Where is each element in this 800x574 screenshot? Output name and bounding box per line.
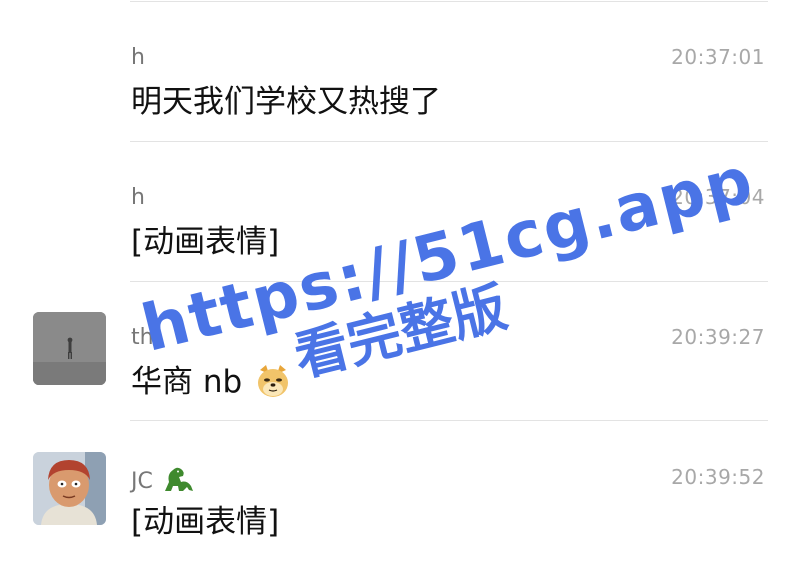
divider bbox=[130, 420, 768, 421]
message-text: [动画表情] bbox=[131, 504, 280, 540]
dinosaur-emoji bbox=[164, 467, 193, 491]
message-text: 明天我们学校又热搜了 bbox=[131, 84, 441, 120]
message-text-content: 华商 nb bbox=[131, 364, 243, 400]
message-text: [动画表情] bbox=[131, 224, 280, 260]
message-item[interactable]: JC 20:39:52 [动画表情] bbox=[0, 434, 800, 574]
sender-name: th bbox=[131, 325, 154, 350]
sender-name-text: JC bbox=[131, 469, 153, 494]
message-time: 20:39:52 bbox=[671, 465, 765, 489]
message-item[interactable]: h 20:37:04 [动画表情] bbox=[0, 154, 800, 294]
cartoon-character-avatar bbox=[33, 452, 106, 525]
avatar[interactable] bbox=[33, 452, 106, 525]
sender-name: JC bbox=[131, 464, 195, 496]
sender-name: h bbox=[131, 45, 145, 70]
gray-figure-avatar bbox=[33, 312, 106, 385]
divider bbox=[130, 281, 768, 282]
message-item[interactable]: h 20:37:01 明天我们学校又热搜了 bbox=[0, 14, 800, 154]
message-item[interactable]: th 20:39:27 华商 nb bbox=[0, 294, 800, 434]
divider bbox=[130, 141, 768, 142]
avatar[interactable] bbox=[33, 312, 106, 385]
message-time: 20:39:27 bbox=[671, 325, 765, 349]
sender-name: h bbox=[131, 185, 145, 210]
message-time: 20:37:01 bbox=[671, 45, 765, 69]
chat-message-list: h 20:37:01 明天我们学校又热搜了 h 20:37:04 [动画表情] … bbox=[0, 0, 800, 569]
message-time: 20:37:04 bbox=[671, 185, 765, 209]
message-text: 华商 nb bbox=[131, 360, 292, 404]
doge-emoji bbox=[258, 365, 289, 397]
divider bbox=[130, 1, 768, 2]
